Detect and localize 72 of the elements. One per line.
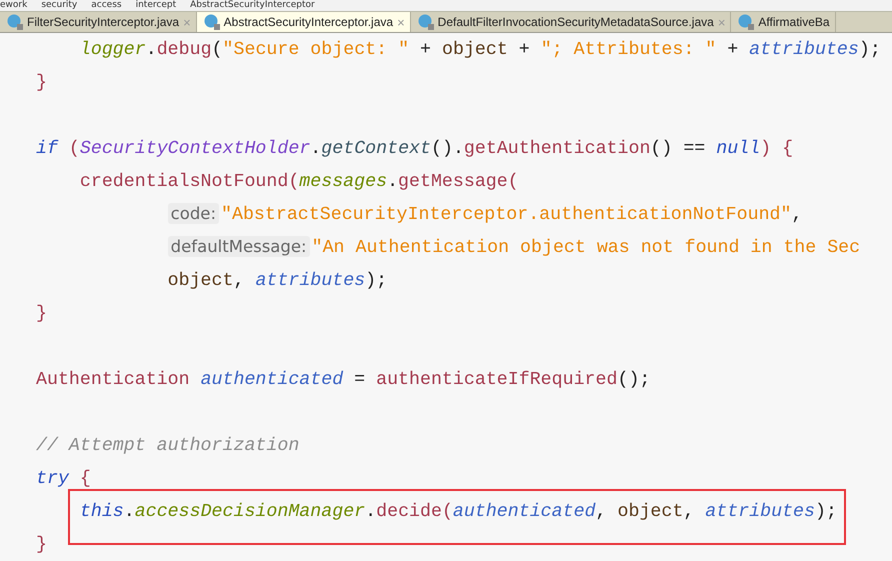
code-token: ); — [858, 40, 881, 60]
code-token: attributes — [749, 40, 859, 60]
code-token: "Secure object: " — [222, 40, 410, 60]
tab-label: AbstractSecurityInterceptor.java — [224, 15, 394, 29]
code-token: Authentication — [36, 370, 191, 390]
code-token: ( — [68, 138, 80, 158]
code-token: object — [442, 40, 508, 60]
code-token: credentialsNotFound( — [78, 172, 300, 192]
code-token: SecurityContextHolder — [80, 138, 310, 158]
breadcrumb-item[interactable]: security — [41, 0, 78, 11]
code-token: . — [387, 172, 398, 192]
code-token: + — [518, 40, 531, 60]
code-token: if — [36, 138, 58, 158]
code-token: . — [310, 138, 322, 158]
code-token: "; Attributes: " — [540, 40, 716, 60]
code-token: = — [353, 370, 366, 390]
code-token: null — [716, 138, 760, 158]
code-token: getMessage( — [398, 172, 519, 192]
code-token: attributes — [255, 270, 366, 290]
code-token: + — [419, 40, 432, 60]
breadcrumb-item[interactable]: access — [91, 0, 122, 11]
code-token: this — [78, 502, 124, 522]
code-token: } — [36, 534, 47, 554]
code-comment: // Attempt authorization — [36, 436, 300, 456]
code-token: } — [36, 304, 47, 324]
code-token: (). — [431, 138, 464, 158]
code-token: authenticated — [452, 502, 596, 522]
parameter-hint: defaultMessage: — [168, 236, 310, 257]
code-token: "An Authentication object was not found in the Sec — [312, 238, 860, 258]
code-token: + — [726, 40, 740, 60]
breadcrumb-item[interactable]: AbstractSecurityInterceptor — [190, 0, 315, 11]
code-token: attributes — [705, 502, 815, 522]
code-token: (); — [617, 370, 650, 390]
code-token: getAuthentication — [464, 138, 650, 158]
code-token: try — [36, 468, 69, 488]
code-token: , — [596, 502, 608, 522]
code-token: . — [146, 40, 157, 60]
code-token: decide( — [376, 502, 453, 522]
code-token: () == — [650, 138, 706, 158]
editor-tab[interactable]: DefaultFilterInvocationSecurityMetadataSource.java × — [410, 12, 732, 32]
tab-label: AffirmativeBa — [758, 15, 830, 29]
code-token: . — [124, 502, 135, 522]
class-file-icon — [7, 14, 23, 30]
tab-label: FilterSecurityInterceptor.java — [27, 15, 180, 29]
code-token: , — [683, 502, 696, 522]
breadcrumb-item[interactable]: ework — [0, 0, 28, 11]
code-token: ); — [365, 270, 388, 290]
class-file-icon — [204, 14, 220, 30]
code-token: object — [618, 502, 684, 522]
code-token: ); — [815, 502, 837, 522]
code-token: "AbstractSecurityInterceptor.authenticationNotFound" — [221, 204, 792, 224]
breadcrumb-item[interactable]: intercept — [136, 0, 176, 11]
code-token: authenticateIfRequired — [376, 370, 618, 390]
code-token: { — [78, 468, 91, 488]
code-token: accessDecisionManager — [134, 502, 366, 522]
code-token: ( — [212, 40, 223, 60]
code-token: debug — [156, 40, 212, 60]
parameter-hint: code: — [168, 203, 220, 224]
class-file-icon — [738, 14, 754, 30]
code-token: messages — [299, 172, 388, 192]
code-token: authenticated — [200, 370, 344, 390]
tab-label: DefaultFilterInvocationSecurityMetadataSource.java — [438, 15, 714, 29]
code-token: getContext — [321, 138, 431, 158]
code-token: ) { — [760, 138, 794, 158]
code-token: . — [365, 502, 376, 522]
editor-tab[interactable]: AbstractSecurityInterceptor.java × — [196, 12, 411, 32]
code-token: object — [166, 270, 234, 290]
code-token: , — [233, 270, 246, 290]
class-file-icon — [418, 14, 434, 30]
code-token: , — [791, 204, 802, 224]
code-token: } — [36, 72, 47, 92]
code-token: logger — [78, 40, 146, 60]
